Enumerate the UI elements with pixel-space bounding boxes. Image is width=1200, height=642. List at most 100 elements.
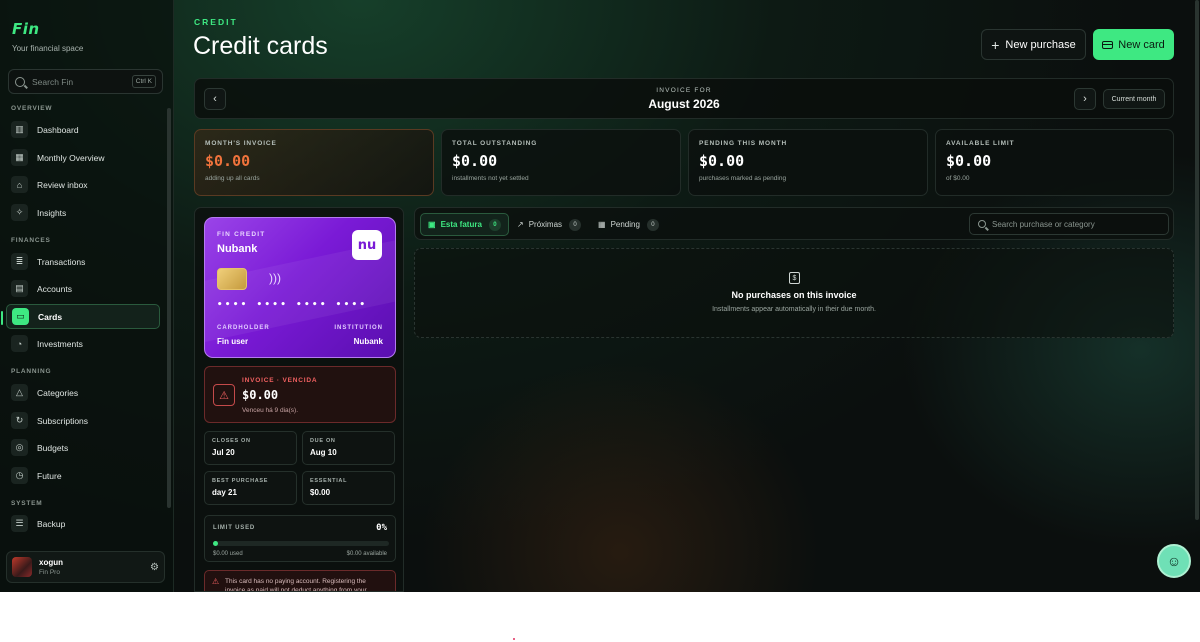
invoice-status-alert: ⚠ INVOICE · VENCIDA $0.00 Venceu há 9 di… [204, 366, 396, 423]
invoice-status-amount: $0.00 [242, 388, 279, 402]
chevron-right-icon: › [1083, 93, 1087, 105]
main-scrollbar[interactable] [1195, 0, 1199, 520]
best-purchase-tile: BEST PURCHASE day 21 [204, 471, 297, 505]
cardholder-label: CARDHOLDER [217, 325, 270, 331]
limit-percent: 0% [376, 523, 387, 533]
stat-available-limit: AVAILABLE LIMIT $0.00 of $0.00 [935, 129, 1174, 196]
sidebar-item-label: Backup [37, 518, 66, 529]
search-input[interactable]: Search Fin Ctrl K [8, 69, 163, 94]
sparkle-icon: ✧ [11, 204, 28, 221]
receipt-icon: ≣ [11, 253, 28, 270]
sidebar-item-backup[interactable]: ☰ Backup [6, 511, 160, 536]
invoice-status-title: INVOICE · VENCIDA [242, 377, 318, 384]
tab-count-badge: 0 [646, 218, 659, 231]
stat-label: AVAILABLE LIMIT [946, 140, 1015, 147]
stat-sub: adding up all cards [205, 175, 260, 182]
stat-pending-this-month: PENDING THIS MONTH $0.00 purchases marke… [688, 129, 928, 196]
sidebar-item-label: Cards [38, 311, 63, 322]
warning-icon: ⚠ [212, 577, 220, 586]
sidebar-item-budgets[interactable]: ◎ Budgets [6, 435, 160, 460]
invoice-navigator: ‹ INVOICE FOR August 2026 › Current mont… [194, 78, 1174, 119]
sidebar-item-label: Accounts [37, 283, 72, 294]
sidebar-item-subscriptions[interactable]: ↻ Subscriptions [6, 408, 160, 433]
limit-progress-fill [213, 541, 219, 546]
database-icon: ☰ [11, 515, 28, 532]
sidebar-item-label: Subscriptions [37, 415, 89, 426]
trend-up-icon: ↗ [517, 220, 524, 229]
credit-card-icon: ▭ [12, 308, 29, 325]
limit-available-text: $0.00 available [346, 551, 387, 557]
user-plan: Fin Pro [39, 569, 60, 576]
essential-tile: ESSENTIAL $0.00 [302, 471, 395, 505]
sidebar-item-dashboard[interactable]: ▥ Dashboard [6, 117, 160, 142]
next-month-button[interactable]: › [1074, 88, 1096, 110]
avatar [12, 557, 32, 577]
stat-value: $0.00 [699, 152, 745, 170]
cardholder-name: Fin user [217, 337, 249, 346]
empty-state: $ No purchases on this invoice Installme… [414, 248, 1174, 338]
piggy-bank-icon: ◔ [11, 335, 28, 352]
limit-progress-bar [213, 541, 389, 546]
current-month-button[interactable]: Current month [1103, 89, 1165, 109]
search-icon [15, 76, 25, 87]
closes-on-tile: CLOSES ON Jul 20 [204, 431, 297, 465]
limit-label: LIMIT USED [213, 525, 255, 531]
app-tagline: Your financial space [12, 44, 84, 53]
tab-pending[interactable]: ▦ Pending 0 [591, 213, 666, 236]
active-indicator [1, 311, 3, 325]
tab-proximas[interactable]: ↗ Próximas 0 [510, 213, 588, 236]
bar-chart-icon: ▥ [11, 121, 28, 138]
purchase-search-placeholder: Search purchase or category [992, 219, 1095, 229]
sidebar-item-accounts[interactable]: ▤ Accounts [6, 276, 160, 301]
app-logo[interactable]: Fin [12, 20, 40, 38]
inbox-icon: ⌂ [11, 176, 28, 193]
repeat-icon: ↻ [11, 412, 28, 429]
credit-card-visual[interactable]: FIN CREDIT Nubank nu ))) •••• •••• •••• … [204, 217, 396, 358]
mini-value: day 21 [212, 488, 237, 497]
invoice-status-sub: Venceu há 9 dia(s). [242, 407, 299, 414]
credit-card-icon [1102, 40, 1114, 49]
nubank-logo-icon: nu [352, 230, 382, 260]
tab-count-badge: 0 [569, 218, 582, 231]
stat-sub: of $0.00 [946, 175, 970, 182]
section-finances: FINANCES [11, 237, 51, 244]
sidebar-item-label: Monthly Overview [37, 152, 105, 163]
no-paying-account-warning: ⚠ This card has no paying account. Regis… [204, 570, 396, 591]
sidebar-item-label: Categories [37, 387, 79, 398]
sidebar-item-investments[interactable]: ◔ Investments [6, 331, 160, 356]
sliders-icon[interactable]: ⚙ [150, 562, 159, 573]
stat-label: MONTH'S INVOICE [205, 140, 277, 147]
stat-label: PENDING THIS MONTH [699, 140, 788, 147]
background-glow [420, 360, 820, 592]
sidebar-item-review-inbox[interactable]: ⌂ Review inbox [6, 172, 160, 197]
sidebar-item-insights[interactable]: ✧ Insights [6, 200, 160, 225]
user-name: xogun [39, 558, 63, 567]
calendar-clock-icon: ▦ [598, 220, 606, 229]
user-menu[interactable]: xogun Fin Pro ⚙ [6, 551, 165, 583]
mini-value: $0.00 [310, 488, 331, 497]
new-card-button[interactable]: New card [1093, 29, 1174, 60]
card-detail-panel: FIN CREDIT Nubank nu ))) •••• •••• •••• … [194, 207, 404, 592]
mini-value: Jul 20 [212, 448, 235, 457]
invoice-label: INVOICE FOR [656, 87, 712, 94]
due-on-tile: DUE ON Aug 10 [302, 431, 395, 465]
page-eyebrow: CREDIT [194, 17, 238, 27]
sidebar-scrollbar[interactable] [167, 108, 171, 508]
sidebar: Fin Your financial space Search Fin Ctrl… [0, 0, 174, 592]
shapes-icon: △ [11, 384, 28, 401]
new-purchase-button[interactable]: + New purchase [981, 29, 1086, 60]
target-icon: ◎ [11, 439, 28, 456]
search-icon [978, 220, 986, 228]
sidebar-item-transactions[interactable]: ≣ Transactions [6, 249, 160, 274]
purchase-search-input[interactable]: Search purchase or category [969, 213, 1169, 235]
sidebar-item-categories[interactable]: △ Categories [6, 380, 160, 405]
sidebar-item-monthly-overview[interactable]: ▦ Monthly Overview [6, 145, 160, 170]
sidebar-item-cards[interactable]: ▭ Cards [6, 304, 160, 329]
mini-label: DUE ON [310, 438, 336, 444]
sidebar-item-future[interactable]: ◷ Future [6, 463, 160, 488]
sidebar-item-label: Dashboard [37, 124, 79, 135]
assistant-bot-button[interactable]: ☺ [1157, 544, 1191, 578]
search-shortcut: Ctrl K [131, 75, 156, 88]
tab-esta-fatura[interactable]: ▣ Esta fatura 0 [420, 213, 509, 236]
page-title: Credit cards [193, 32, 328, 60]
